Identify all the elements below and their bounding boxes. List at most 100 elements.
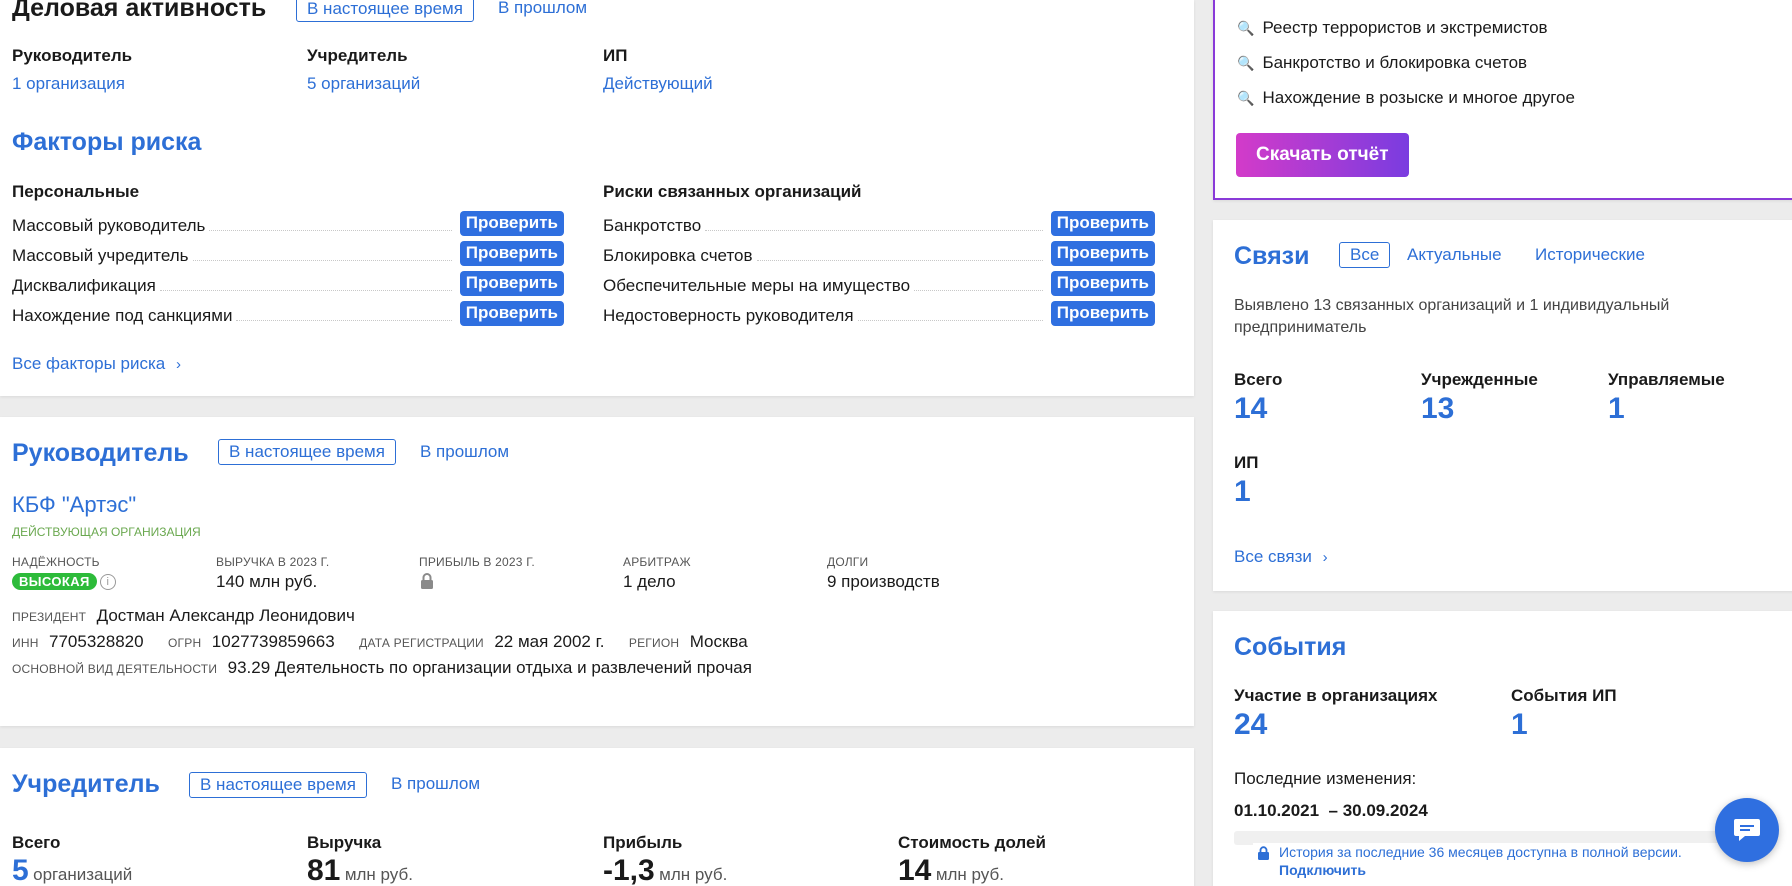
lock-icon bbox=[419, 572, 435, 595]
debts-value[interactable]: 9 производств bbox=[827, 572, 940, 592]
promo-item: 🔍 Банкротство и блокировка счетов bbox=[1237, 53, 1527, 73]
links-founded-value[interactable]: 13 bbox=[1421, 392, 1454, 426]
search-icon: 🔍 bbox=[1237, 20, 1255, 36]
inn-label: ИНН bbox=[12, 636, 39, 650]
risk-row: Банкротство Проверить bbox=[603, 210, 1155, 236]
reliability-badge: ВЫСОКАЯ bbox=[12, 573, 97, 590]
founder-profit-number: -1,3 bbox=[603, 854, 655, 886]
risk-row: Недостоверность руководителя Проверить bbox=[603, 300, 1155, 326]
dotted-leader bbox=[857, 320, 1043, 321]
founder-title: Учредитель bbox=[12, 770, 160, 798]
founder-profit-unit: млн руб. bbox=[659, 865, 728, 884]
links-tab-actual[interactable]: Актуальные bbox=[1407, 245, 1502, 265]
check-button[interactable]: Проверить bbox=[1050, 301, 1155, 326]
promo-item: 🔍 Нахождение в розыске и многое другое bbox=[1237, 88, 1575, 108]
org-status: ДЕЙСТВУЮЩАЯ ОРГАНИЗАЦИЯ bbox=[12, 525, 201, 539]
founder-shares-unit: млн руб. bbox=[935, 865, 1004, 884]
business-activity-title: Деловая активность bbox=[12, 0, 267, 22]
ogrn-value: 1027739859663 bbox=[211, 632, 335, 651]
events-title: События bbox=[1234, 633, 1347, 661]
arbitration-value[interactable]: 1 дело bbox=[623, 572, 676, 592]
info-icon[interactable]: i bbox=[99, 573, 116, 590]
president-label: ПРЕЗИДЕНТ bbox=[12, 610, 87, 624]
check-button[interactable]: Проверить bbox=[1050, 271, 1155, 296]
risk-name: Массовый руководитель bbox=[12, 216, 210, 236]
events-card: События Участие в организациях 24 Событи… bbox=[1213, 611, 1792, 886]
business-tab-now[interactable]: В настоящее время bbox=[296, 0, 474, 22]
business-tab-past[interactable]: В прошлом bbox=[498, 0, 587, 18]
download-report-button[interactable]: Скачать отчёт bbox=[1236, 133, 1409, 177]
search-icon: 🔍 bbox=[1237, 90, 1255, 106]
chat-button[interactable] bbox=[1715, 798, 1779, 862]
director-tab-now[interactable]: В настоящее время bbox=[218, 439, 396, 465]
all-links-link[interactable]: Все связи › bbox=[1234, 547, 1328, 567]
risk-factors-title: Факторы риска bbox=[12, 128, 202, 156]
revenue-label: ВЫРУЧКА В 2023 Г. bbox=[216, 555, 330, 569]
founder-profit-label: Прибыль bbox=[603, 833, 683, 852]
check-button[interactable]: Проверить bbox=[459, 271, 564, 296]
links-founded-label: Учрежденные bbox=[1421, 370, 1538, 389]
links-managed-value[interactable]: 1 bbox=[1608, 392, 1625, 426]
links-ip-value[interactable]: 1 bbox=[1234, 475, 1251, 509]
business-founder-value[interactable]: 5 организаций bbox=[307, 74, 420, 94]
history-lock-note: История за последние 36 месяцев доступна… bbox=[1253, 843, 1733, 879]
activity-row: ОСНОВНОЙ ВИД ДЕЯТЕЛЬНОСТИ 93.29 Деятельн… bbox=[12, 658, 752, 678]
risk-row: Массовый учредитель Проверить bbox=[12, 240, 564, 266]
links-card: Связи Все Актуальные Исторические Выявле… bbox=[1213, 220, 1792, 591]
report-promo-card: 🔍 Реестр террористов и экстремистов 🔍 Банк… bbox=[1213, 0, 1792, 200]
links-managed-label: Управляемые bbox=[1608, 370, 1725, 389]
business-director-value[interactable]: 1 организация bbox=[12, 74, 125, 94]
president-row: ПРЕЗИДЕНТ Достман Александр Леонидович bbox=[12, 606, 355, 626]
director-tab-past[interactable]: В прошлом bbox=[420, 442, 509, 462]
risk-name: Блокировка счетов bbox=[603, 246, 757, 266]
founder-revenue-label: Выручка bbox=[307, 833, 382, 852]
search-icon: 🔍 bbox=[1237, 55, 1255, 71]
check-button[interactable]: Проверить bbox=[459, 301, 564, 326]
chevron-right-icon: › bbox=[1322, 549, 1328, 566]
business-director-label: Руководитель bbox=[12, 46, 133, 65]
org-name-link[interactable]: КБФ "Артэс" bbox=[12, 492, 136, 518]
events-orgs-value[interactable]: 24 bbox=[1234, 708, 1267, 742]
all-risk-factors-link[interactable]: Все факторы риска › bbox=[12, 354, 181, 374]
activity-label: ОСНОВНОЙ ВИД ДЕЯТЕЛЬНОСТИ bbox=[12, 662, 218, 676]
registry-row: ИНН 7705328820 ОГРН 1027739859663 ДАТА Р… bbox=[12, 632, 748, 652]
ogrn-label: ОГРН bbox=[168, 636, 202, 650]
founder-total-value[interactable]: 5 организаций bbox=[12, 854, 132, 886]
check-button[interactable]: Проверить bbox=[1050, 241, 1155, 266]
founder-card: Учредитель В настоящее время В прошлом В… bbox=[0, 748, 1194, 886]
connect-link[interactable]: Подключить bbox=[1279, 862, 1366, 878]
events-ip-value[interactable]: 1 bbox=[1511, 708, 1528, 742]
check-button[interactable]: Проверить bbox=[1050, 211, 1155, 236]
risk-name: Дисквалификация bbox=[12, 276, 160, 296]
founder-total-unit: организаций bbox=[33, 865, 133, 884]
regdate-label: ДАТА РЕГИСТРАЦИИ bbox=[359, 636, 484, 650]
region-value: Москва bbox=[689, 632, 748, 651]
links-tab-all[interactable]: Все bbox=[1339, 242, 1391, 268]
inn-value: 7705328820 bbox=[49, 632, 144, 651]
check-button[interactable]: Проверить bbox=[459, 241, 564, 266]
links-tab-historical[interactable]: Исторические bbox=[1535, 245, 1645, 265]
history-note-text: История за последние 36 месяцев доступна… bbox=[1279, 844, 1682, 860]
profit-label: ПРИБЫЛЬ В 2023 Г. bbox=[419, 555, 535, 569]
region-label: РЕГИОН bbox=[628, 636, 680, 650]
reliability-value-wrap: ВЫСОКАЯ i bbox=[12, 573, 116, 591]
lock-icon bbox=[1257, 846, 1270, 865]
business-ip-label: ИП bbox=[603, 46, 628, 65]
founder-tab-now[interactable]: В настоящее время bbox=[189, 772, 367, 798]
reliability-label: НАДЁЖНОСТЬ bbox=[12, 555, 100, 569]
promo-item: 🔍 Реестр террористов и экстремистов bbox=[1237, 18, 1548, 38]
links-ip-label: ИП bbox=[1234, 453, 1259, 472]
events-orgs-label: Участие в организациях bbox=[1234, 686, 1438, 705]
links-description: Выявлено 13 связанных организаций и 1 ин… bbox=[1234, 297, 1670, 336]
dotted-leader bbox=[236, 320, 452, 321]
risk-row: Обеспечительные меры на имущество Провери… bbox=[603, 270, 1155, 296]
risk-row: Нахождение под санкциями Проверить bbox=[12, 300, 564, 326]
founder-tab-past[interactable]: В прошлом bbox=[391, 774, 480, 794]
check-button[interactable]: Проверить bbox=[459, 211, 564, 236]
arbitration-label: АРБИТРАЖ bbox=[623, 555, 691, 569]
chevron-right-icon: › bbox=[175, 356, 181, 373]
links-total-value[interactable]: 14 bbox=[1234, 392, 1267, 426]
business-ip-value[interactable]: Действующий bbox=[603, 74, 713, 94]
dotted-leader bbox=[209, 230, 452, 231]
promo-item-text: Реестр террористов и экстремистов bbox=[1262, 18, 1548, 37]
